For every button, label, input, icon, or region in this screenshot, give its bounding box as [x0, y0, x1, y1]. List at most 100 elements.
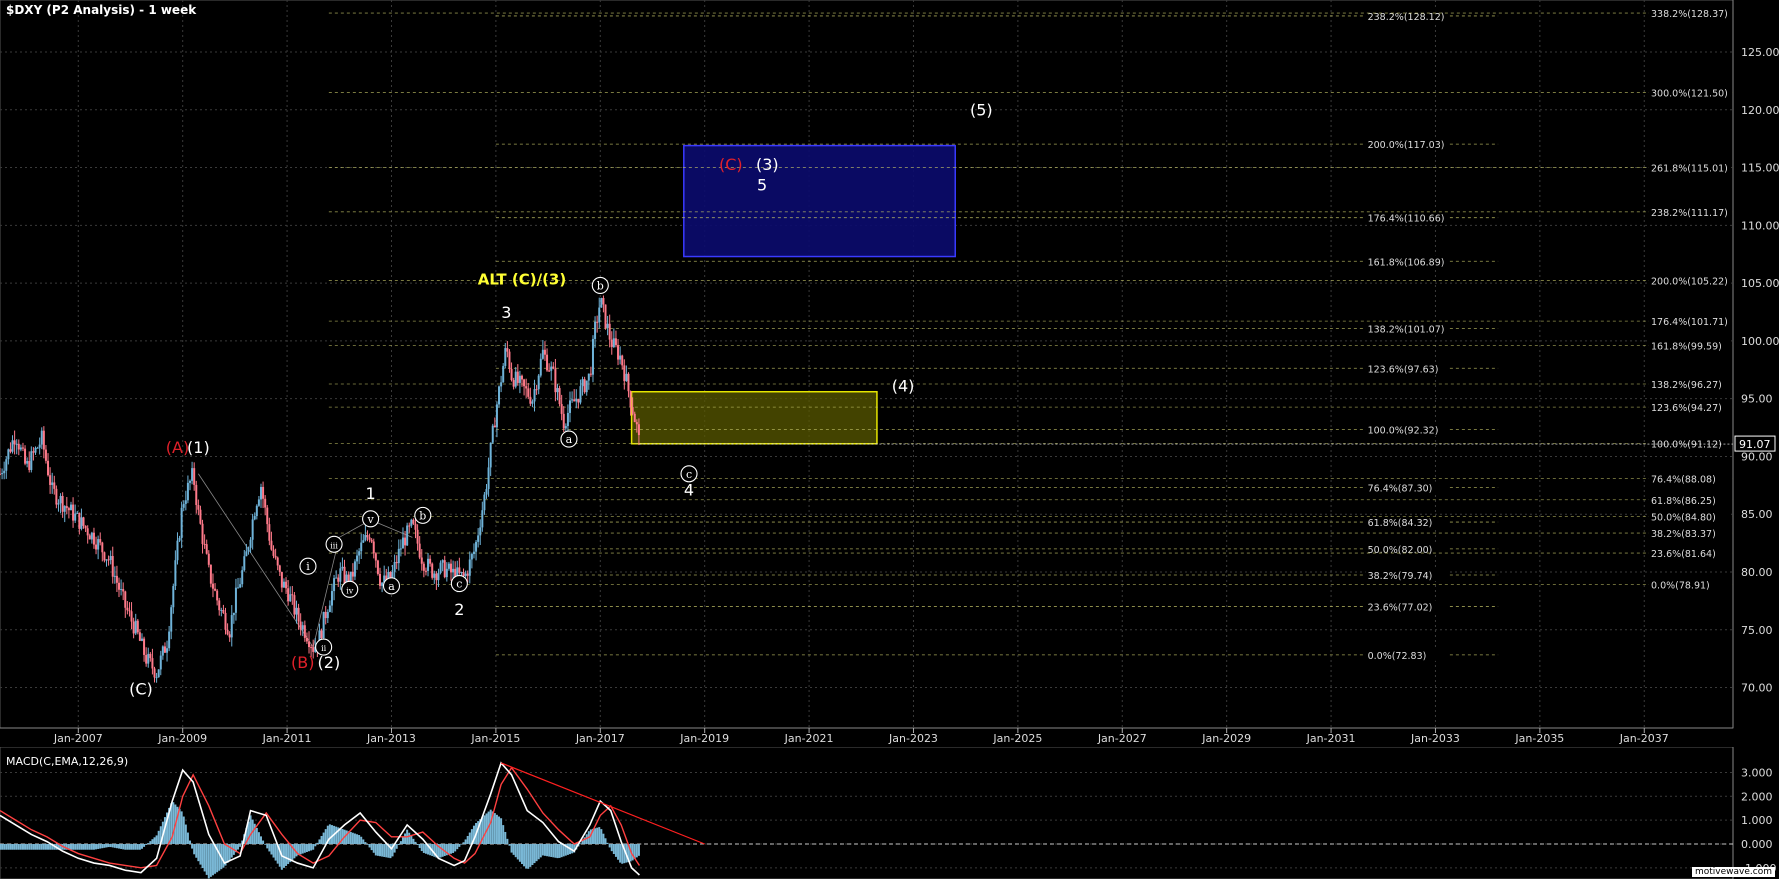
- candle-body: [57, 503, 60, 505]
- candle-body: [541, 349, 544, 359]
- histogram-bar: [120, 844, 123, 849]
- candle-body: [92, 532, 95, 545]
- histogram-bar: [560, 844, 563, 858]
- candle-body: [397, 548, 400, 564]
- fib-label-right: 300.0%(121.50): [1651, 88, 1728, 99]
- histogram-bar: [372, 844, 375, 853]
- candle-body: [136, 620, 139, 633]
- candle-body: [11, 440, 14, 452]
- histogram-bar: [328, 824, 331, 844]
- candle-body: [90, 532, 93, 540]
- fib-label-left: 0.0%(72.83): [1368, 651, 1427, 662]
- circled-label-text: iii: [330, 541, 338, 550]
- candle-body: [243, 556, 246, 571]
- histogram-bar: [468, 832, 471, 844]
- candle-body: [118, 582, 121, 590]
- histogram-bar: [88, 844, 91, 850]
- histogram-bar: [516, 844, 519, 860]
- candle-body: [218, 600, 221, 611]
- candle-body: [195, 484, 198, 505]
- candle-body: [149, 653, 152, 659]
- histogram-bar: [368, 844, 371, 848]
- circled-wave-label: c: [680, 465, 698, 483]
- histogram-bar: [379, 844, 382, 857]
- candle-body: [259, 486, 262, 500]
- candle-body: [285, 581, 288, 589]
- histogram-bar: [197, 844, 200, 862]
- histogram-bar: [395, 844, 398, 849]
- histogram-bar: [72, 844, 75, 850]
- price-chart[interactable]: Jan-2007 Jan-2009 Jan-2011 Jan-2013 Jan-2015…: [0, 0, 1779, 747]
- histogram-bar: [80, 844, 83, 850]
- candle-body: [414, 523, 417, 530]
- circled-wave-label: a: [382, 577, 401, 595]
- macd-panel[interactable]: 3.0002.0001.0000.000-1.000: [0, 747, 1779, 879]
- macd-y-tick-label: 2.000: [1741, 790, 1773, 803]
- candle-body: [485, 489, 488, 495]
- candle-body: [596, 321, 599, 323]
- candle-body: [247, 547, 250, 552]
- histogram-bar: [558, 844, 561, 858]
- candle-body: [420, 557, 423, 564]
- candle-body: [132, 621, 135, 634]
- candle-body: [251, 519, 254, 540]
- candle-body: [335, 577, 338, 579]
- candle-body: [122, 589, 125, 592]
- candle-body: [255, 505, 258, 517]
- target-box-yellow: [630, 390, 878, 445]
- candle-body: [291, 594, 294, 596]
- candle-body: [564, 426, 567, 429]
- histogram-bar: [523, 844, 526, 867]
- candle-body: [631, 407, 634, 414]
- chart-title: $DXY (P2 Analysis) - 1 week: [6, 3, 197, 17]
- y-tick-label: 100.00: [1741, 335, 1779, 348]
- candle-body: [623, 365, 626, 382]
- candle-body: [379, 573, 382, 586]
- candle-body: [608, 323, 611, 340]
- histogram-bar: [205, 844, 208, 875]
- fib-label-right: 23.6%(81.64): [1651, 549, 1716, 560]
- x-tick-label: Jan-2023: [888, 732, 938, 745]
- histogram-bar: [399, 841, 402, 844]
- fib-label-left: 161.8%(106.89): [1368, 257, 1445, 268]
- candle-body: [445, 568, 448, 578]
- candle-body: [299, 621, 302, 630]
- histogram-bar: [76, 844, 79, 850]
- wave-label: 3: [501, 303, 511, 322]
- candle-body: [111, 556, 114, 577]
- candle-body: [612, 338, 615, 348]
- histogram-bar: [506, 838, 509, 844]
- candle-body: [500, 382, 503, 387]
- candle-body: [462, 572, 465, 576]
- circled-wave-label: iv: [341, 580, 359, 598]
- candle-body: [600, 298, 603, 308]
- candle-body: [627, 373, 630, 392]
- fib-label-right: 38.2%(83.37): [1651, 529, 1716, 540]
- candle-body: [178, 538, 181, 541]
- histogram-bar: [130, 844, 133, 850]
- histogram-bar: [366, 844, 369, 845]
- candle-body: [585, 380, 588, 393]
- histogram-bar: [274, 844, 277, 861]
- histogram-bar: [40, 844, 43, 850]
- histogram-bar: [172, 802, 175, 844]
- candle-body: [103, 552, 106, 561]
- plot-area: [0, 0, 1734, 729]
- candle-body: [506, 348, 509, 352]
- histogram-bar: [504, 831, 507, 844]
- candle-body: [176, 540, 179, 561]
- fib-label-right: 161.8%(99.59): [1651, 342, 1722, 353]
- candle-body: [404, 537, 407, 546]
- histogram-bar: [0, 844, 1, 850]
- histogram-bar: [529, 844, 532, 867]
- candle-body: [395, 562, 398, 564]
- histogram-bar: [533, 844, 536, 864]
- candle-body: [406, 525, 409, 546]
- histogram-bar: [218, 844, 221, 871]
- candle-body: [552, 366, 555, 369]
- candle-body: [82, 517, 85, 526]
- histogram-bar: [602, 833, 605, 844]
- candle-body: [447, 563, 450, 569]
- candle-body: [278, 565, 281, 572]
- candle-body: [433, 573, 436, 578]
